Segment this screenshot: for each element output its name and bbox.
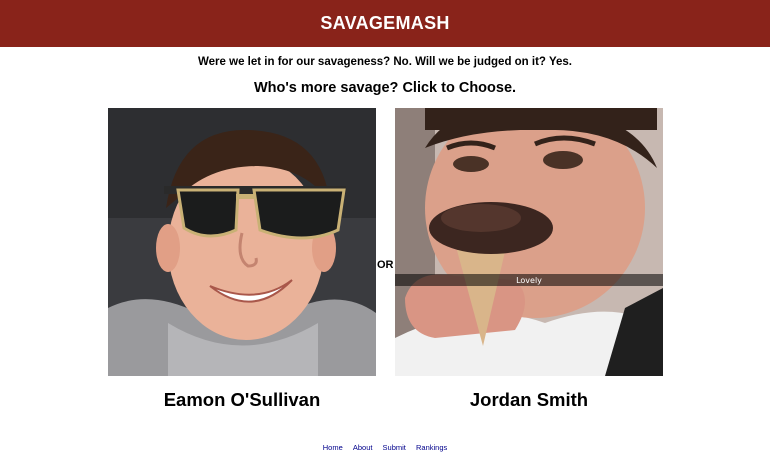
photo-caption: Lovely [516,275,542,285]
site-header: SAVAGEMASH [0,0,770,47]
tagline: Were we let in for our savageness? No. W… [198,56,572,68]
footer-link-about[interactable]: About [353,443,373,452]
choose-prompt: Who's more savage? Click to Choose. [253,80,517,96]
footer-link-rankings[interactable]: Rankings [416,443,447,452]
footer-link-home[interactable]: Home [323,443,343,452]
footer-link-submit[interactable]: Submit [383,443,406,452]
contestant-left-image [108,108,376,376]
or-separator: OR [377,259,394,271]
photo-caption-bar: Lovely [395,274,663,286]
contestant-right-photo[interactable]: Lovely [395,108,663,376]
site-title[interactable]: SAVAGEMASH [320,13,449,34]
contestant-left-photo[interactable] [108,108,376,376]
contestant-right-image [395,108,663,376]
footer-nav: Home About Submit Rankings [0,443,770,452]
contestant-left-name: Eamon O'Sullivan [163,389,321,410]
contestant-right-name: Jordan Smith [469,389,589,410]
